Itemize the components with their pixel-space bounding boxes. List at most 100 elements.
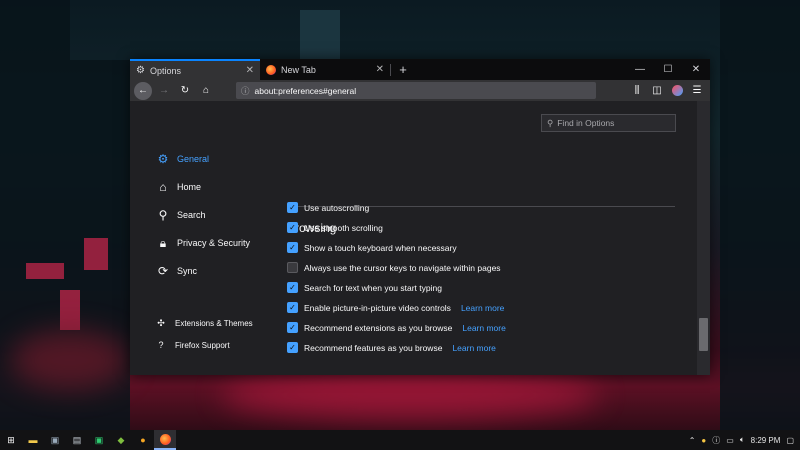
windows-icon: ⊞ — [7, 434, 15, 445]
checkbox[interactable]: ✓ — [287, 242, 298, 253]
taskbar-app[interactable]: ◆ — [110, 430, 132, 450]
home-button[interactable]: ⌂ — [197, 82, 215, 100]
category-label: Privacy & Security — [177, 238, 251, 248]
lock-icon: 🔒︎ — [159, 235, 167, 250]
find-in-options-input[interactable]: ⚲ Find in Options — [541, 114, 676, 132]
checkbox[interactable]: ✓ — [287, 282, 298, 293]
checkbox[interactable] — [287, 262, 298, 273]
puzzle-icon: ✣ — [157, 317, 165, 328]
checkbox[interactable]: ✓ — [287, 342, 298, 353]
firefox-icon — [266, 64, 276, 75]
category-label: Search — [177, 210, 206, 220]
library-button[interactable]: ⫼ — [628, 82, 646, 100]
option-label: Search for text when you start typing — [304, 282, 442, 293]
option-touch-keyboard[interactable]: ✓ Show a touch keyboard when necessary — [287, 242, 457, 253]
taskbar-app[interactable]: ● — [132, 430, 154, 450]
document-icon: ▤ — [72, 434, 82, 445]
taskbar-app[interactable]: ▣ — [44, 430, 66, 450]
help-icon[interactable]: ⓘ — [712, 435, 720, 446]
option-search-typing[interactable]: ✓ Search for text when you start typing — [287, 282, 442, 293]
chat-icon: ▣ — [94, 434, 104, 445]
learn-more-link[interactable]: Learn more — [452, 343, 495, 353]
wallpaper-building — [720, 0, 800, 430]
category-search[interactable]: ⚲ Search — [156, 208, 206, 222]
notification-icon[interactable]: ▢ — [786, 436, 794, 445]
reload-button[interactable]: ↻ — [176, 82, 194, 100]
option-cursor-keys[interactable]: Always use the cursor keys to navigate w… — [287, 262, 501, 273]
firefox-window: ⚙ Options ✕ New Tab ✕ + — ☐ ✕ ← → ↻ ⌂ ⓘ … — [130, 59, 710, 375]
forward-button[interactable]: → — [155, 82, 173, 100]
account-button[interactable] — [668, 82, 686, 100]
option-picture-in-picture[interactable]: ✓ Enable picture-in-picture video contro… — [287, 302, 504, 313]
gear-icon: ⚙ — [157, 152, 169, 166]
sync-icon: ⟳ — [157, 264, 169, 278]
wallpaper-sign — [60, 290, 80, 330]
taskbar-app[interactable]: ▣ — [88, 430, 110, 450]
tab-label: Options — [149, 65, 181, 76]
toolbar-right: ⫼ ◫ ☰ — [628, 82, 706, 100]
sidebar-icon: ◫ — [652, 85, 662, 96]
arrow-left-icon: ← — [138, 85, 148, 96]
maximize-button[interactable]: ☐ — [654, 59, 682, 80]
new-tab-button[interactable]: + — [391, 59, 415, 80]
category-label: Home — [177, 182, 202, 192]
folder-icon: ▬ — [28, 435, 38, 445]
wallpaper-glow — [10, 330, 130, 390]
app-icon: ● — [140, 435, 146, 445]
option-recommend-extensions[interactable]: ✓ Recommend extensions as you browse Lea… — [287, 322, 506, 333]
category-label: General — [177, 154, 210, 164]
clock[interactable]: 8:29 PM — [751, 436, 781, 445]
search-icon: ⚲ — [547, 117, 554, 128]
firefox-support-link[interactable]: ? Firefox Support — [156, 340, 230, 350]
close-icon[interactable]: ✕ — [376, 64, 384, 75]
home-icon: ⌂ — [159, 180, 167, 194]
volume-icon[interactable]: 🔈︎ — [740, 435, 745, 445]
option-label: Enable picture-in-picture video controls — [304, 302, 451, 313]
close-icon[interactable]: ✕ — [246, 65, 254, 76]
network-icon[interactable]: ▭ — [726, 436, 734, 445]
start-button[interactable]: ⊞ — [0, 430, 22, 450]
info-icon: ⓘ — [241, 85, 250, 96]
navigation-toolbar: ← → ↻ ⌂ ⓘ about:preferences#general ⫼ ◫ … — [130, 80, 710, 101]
checkbox[interactable]: ✓ — [287, 222, 298, 233]
option-recommend-features[interactable]: ✓ Recommend features as you browse Learn… — [287, 342, 496, 353]
learn-more-link[interactable]: Learn more — [462, 323, 505, 333]
checkbox[interactable]: ✓ — [287, 202, 298, 213]
url-bar[interactable]: ⓘ about:preferences#general — [236, 82, 596, 99]
taskbar-firefox[interactable] — [154, 430, 176, 450]
category-privacy-security[interactable]: 🔒︎ Privacy & Security — [156, 236, 250, 250]
taskbar-app[interactable]: ▤ — [66, 430, 88, 450]
scrollbar[interactable] — [697, 101, 710, 375]
scrollbar-thumb[interactable] — [699, 318, 708, 351]
tray-app-icon[interactable]: ● — [701, 436, 706, 445]
tab-strip: ⚙ Options ✕ New Tab ✕ + — ☐ ✕ — [130, 59, 710, 80]
sidebar-button[interactable]: ◫ — [648, 82, 666, 100]
chevron-up-icon[interactable]: ⌃ — [689, 436, 696, 445]
footer-link-label: Firefox Support — [175, 340, 230, 350]
close-window-button[interactable]: ✕ — [682, 59, 710, 80]
category-sync[interactable]: ⟳ Sync — [156, 264, 197, 278]
checkbox[interactable]: ✓ — [287, 302, 298, 313]
preferences-page: ⚲ Find in Options ⚙ General ⌂ Home ⚲ Sea… — [130, 101, 710, 375]
home-icon: ⌂ — [202, 85, 210, 96]
category-general[interactable]: ⚙ General — [156, 152, 209, 166]
checkbox[interactable]: ✓ — [287, 322, 298, 333]
firefox-icon — [159, 433, 171, 445]
help-icon: ? — [158, 340, 164, 350]
hamburger-icon: ☰ — [692, 85, 702, 96]
category-home[interactable]: ⌂ Home — [156, 180, 201, 194]
taskbar-app[interactable]: ▬ — [22, 430, 44, 450]
option-label: Recommend features as you browse — [304, 342, 443, 353]
tab-options[interactable]: ⚙ Options ✕ — [130, 59, 260, 80]
taskbar: ⊞ ▬ ▣ ▤ ▣ ◆ ● ⌃ ● ⓘ ▭ 🔈︎ 8:29 PM ▢ — [0, 430, 800, 450]
extensions-themes-link[interactable]: ✣ Extensions & Themes — [156, 317, 252, 328]
learn-more-link[interactable]: Learn more — [461, 303, 504, 313]
back-button[interactable]: ← — [134, 81, 152, 100]
option-autoscrolling[interactable]: ✓ Use autoscrolling — [287, 202, 369, 213]
tab-new-tab[interactable]: New Tab ✕ — [260, 59, 390, 80]
pc-icon: ▣ — [50, 434, 60, 445]
option-smooth-scrolling[interactable]: ✓ Use smooth scrolling — [287, 222, 383, 233]
minimize-button[interactable]: — — [626, 59, 654, 80]
menu-button[interactable]: ☰ — [688, 82, 706, 100]
reload-icon: ↻ — [180, 85, 190, 96]
